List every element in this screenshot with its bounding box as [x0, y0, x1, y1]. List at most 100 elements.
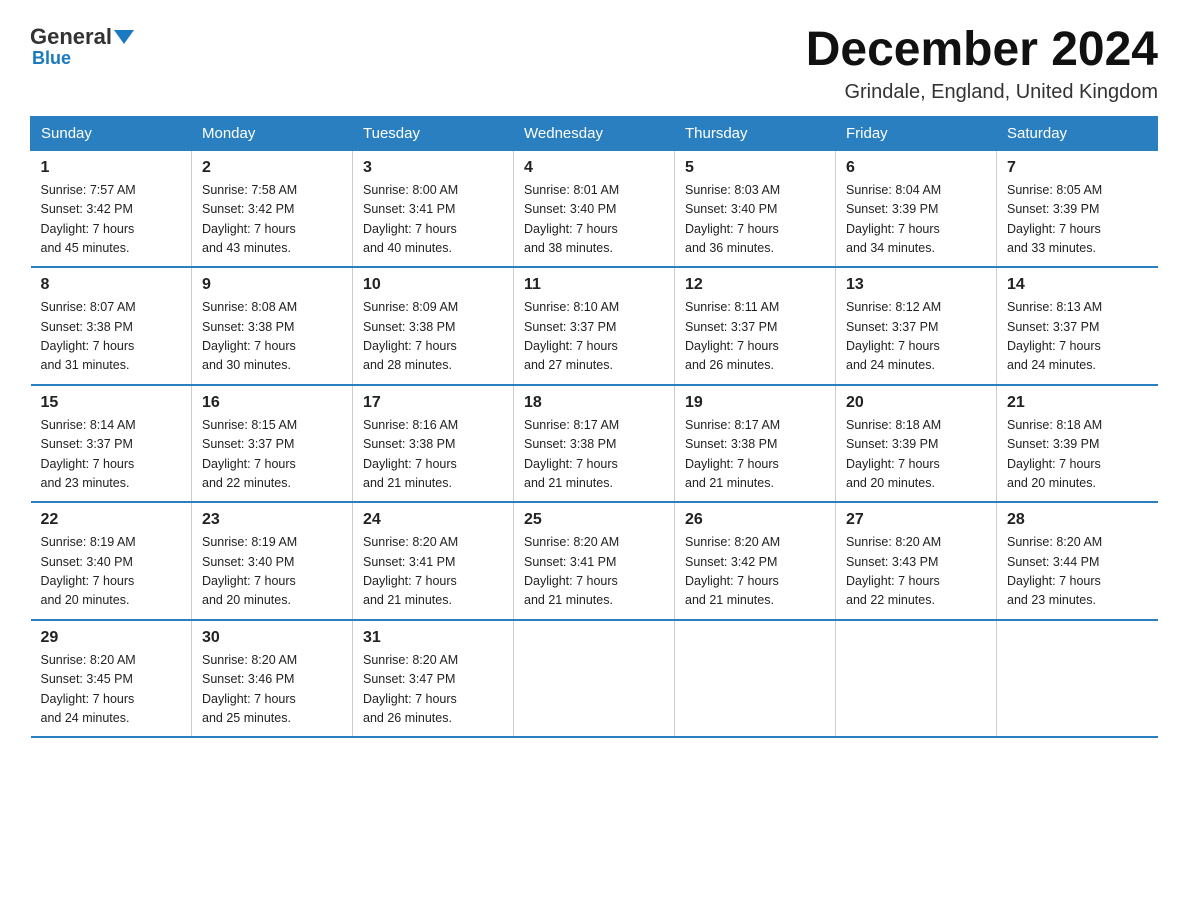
- calendar-cell: 11 Sunrise: 8:10 AMSunset: 3:37 PMDaylig…: [514, 267, 675, 385]
- calendar-cell: 22 Sunrise: 8:19 AMSunset: 3:40 PMDaylig…: [31, 502, 192, 620]
- calendar-cell: 21 Sunrise: 8:18 AMSunset: 3:39 PMDaylig…: [997, 385, 1158, 503]
- calendar-cell: 7 Sunrise: 8:05 AMSunset: 3:39 PMDayligh…: [997, 150, 1158, 267]
- day-number: 7: [1007, 159, 1148, 177]
- header-saturday: Saturday: [997, 116, 1158, 150]
- calendar-header-row: SundayMondayTuesdayWednesdayThursdayFrid…: [31, 116, 1158, 150]
- day-number: 31: [363, 629, 503, 647]
- calendar-week-4: 22 Sunrise: 8:19 AMSunset: 3:40 PMDaylig…: [31, 502, 1158, 620]
- logo-general: General: [30, 24, 112, 50]
- day-number: 9: [202, 276, 342, 294]
- header-wednesday: Wednesday: [514, 116, 675, 150]
- day-number: 26: [685, 511, 825, 529]
- day-number: 19: [685, 394, 825, 412]
- day-info: Sunrise: 8:05 AMSunset: 3:39 PMDaylight:…: [1007, 183, 1102, 255]
- logo-blue: Blue: [32, 48, 71, 69]
- day-number: 13: [846, 276, 986, 294]
- day-number: 14: [1007, 276, 1148, 294]
- day-info: Sunrise: 8:18 AMSunset: 3:39 PMDaylight:…: [1007, 418, 1102, 490]
- day-info: Sunrise: 8:08 AMSunset: 3:38 PMDaylight:…: [202, 300, 297, 372]
- calendar-cell: 20 Sunrise: 8:18 AMSunset: 3:39 PMDaylig…: [836, 385, 997, 503]
- calendar-cell: 16 Sunrise: 8:15 AMSunset: 3:37 PMDaylig…: [192, 385, 353, 503]
- day-info: Sunrise: 8:20 AMSunset: 3:41 PMDaylight:…: [524, 535, 619, 607]
- day-info: Sunrise: 8:12 AMSunset: 3:37 PMDaylight:…: [846, 300, 941, 372]
- day-info: Sunrise: 8:07 AMSunset: 3:38 PMDaylight:…: [41, 300, 136, 372]
- title-block: December 2024 Grindale, England, United …: [806, 24, 1158, 104]
- header-tuesday: Tuesday: [353, 116, 514, 150]
- day-info: Sunrise: 8:10 AMSunset: 3:37 PMDaylight:…: [524, 300, 619, 372]
- day-info: Sunrise: 8:19 AMSunset: 3:40 PMDaylight:…: [202, 535, 297, 607]
- day-info: Sunrise: 8:09 AMSunset: 3:38 PMDaylight:…: [363, 300, 458, 372]
- day-info: Sunrise: 8:20 AMSunset: 3:42 PMDaylight:…: [685, 535, 780, 607]
- calendar-cell: 6 Sunrise: 8:04 AMSunset: 3:39 PMDayligh…: [836, 150, 997, 267]
- day-info: Sunrise: 8:20 AMSunset: 3:47 PMDaylight:…: [363, 653, 458, 725]
- day-number: 11: [524, 276, 664, 294]
- day-info: Sunrise: 8:20 AMSunset: 3:43 PMDaylight:…: [846, 535, 941, 607]
- calendar-cell: 30 Sunrise: 8:20 AMSunset: 3:46 PMDaylig…: [192, 620, 353, 738]
- day-info: Sunrise: 8:20 AMSunset: 3:44 PMDaylight:…: [1007, 535, 1102, 607]
- day-info: Sunrise: 7:58 AMSunset: 3:42 PMDaylight:…: [202, 183, 297, 255]
- calendar-table: SundayMondayTuesdayWednesdayThursdayFrid…: [30, 116, 1158, 739]
- calendar-cell: 17 Sunrise: 8:16 AMSunset: 3:38 PMDaylig…: [353, 385, 514, 503]
- calendar-cell: 25 Sunrise: 8:20 AMSunset: 3:41 PMDaylig…: [514, 502, 675, 620]
- day-number: 6: [846, 159, 986, 177]
- day-number: 21: [1007, 394, 1148, 412]
- day-number: 12: [685, 276, 825, 294]
- location: Grindale, England, United Kingdom: [806, 81, 1158, 104]
- calendar-cell: 19 Sunrise: 8:17 AMSunset: 3:38 PMDaylig…: [675, 385, 836, 503]
- calendar-cell: [675, 620, 836, 738]
- calendar-week-5: 29 Sunrise: 8:20 AMSunset: 3:45 PMDaylig…: [31, 620, 1158, 738]
- calendar-cell: 28 Sunrise: 8:20 AMSunset: 3:44 PMDaylig…: [997, 502, 1158, 620]
- page-header: General Blue December 2024 Grindale, Eng…: [30, 24, 1158, 104]
- day-info: Sunrise: 8:20 AMSunset: 3:46 PMDaylight:…: [202, 653, 297, 725]
- day-info: Sunrise: 8:04 AMSunset: 3:39 PMDaylight:…: [846, 183, 941, 255]
- calendar-cell: 9 Sunrise: 8:08 AMSunset: 3:38 PMDayligh…: [192, 267, 353, 385]
- calendar-cell: 23 Sunrise: 8:19 AMSunset: 3:40 PMDaylig…: [192, 502, 353, 620]
- day-info: Sunrise: 8:00 AMSunset: 3:41 PMDaylight:…: [363, 183, 458, 255]
- day-info: Sunrise: 7:57 AMSunset: 3:42 PMDaylight:…: [41, 183, 136, 255]
- day-info: Sunrise: 8:15 AMSunset: 3:37 PMDaylight:…: [202, 418, 297, 490]
- day-number: 8: [41, 276, 182, 294]
- calendar-cell: 14 Sunrise: 8:13 AMSunset: 3:37 PMDaylig…: [997, 267, 1158, 385]
- calendar-cell: 18 Sunrise: 8:17 AMSunset: 3:38 PMDaylig…: [514, 385, 675, 503]
- day-number: 1: [41, 159, 182, 177]
- day-info: Sunrise: 8:11 AMSunset: 3:37 PMDaylight:…: [685, 300, 779, 372]
- day-info: Sunrise: 8:13 AMSunset: 3:37 PMDaylight:…: [1007, 300, 1102, 372]
- calendar-cell: 31 Sunrise: 8:20 AMSunset: 3:47 PMDaylig…: [353, 620, 514, 738]
- day-info: Sunrise: 8:20 AMSunset: 3:45 PMDaylight:…: [41, 653, 136, 725]
- day-number: 3: [363, 159, 503, 177]
- day-number: 20: [846, 394, 986, 412]
- calendar-cell: 27 Sunrise: 8:20 AMSunset: 3:43 PMDaylig…: [836, 502, 997, 620]
- calendar-cell: [836, 620, 997, 738]
- day-number: 29: [41, 629, 182, 647]
- calendar-cell: 15 Sunrise: 8:14 AMSunset: 3:37 PMDaylig…: [31, 385, 192, 503]
- day-info: Sunrise: 8:16 AMSunset: 3:38 PMDaylight:…: [363, 418, 458, 490]
- calendar-cell: [997, 620, 1158, 738]
- logo: General Blue: [30, 24, 136, 69]
- day-info: Sunrise: 8:17 AMSunset: 3:38 PMDaylight:…: [524, 418, 619, 490]
- day-number: 18: [524, 394, 664, 412]
- day-number: 23: [202, 511, 342, 529]
- calendar-cell: 26 Sunrise: 8:20 AMSunset: 3:42 PMDaylig…: [675, 502, 836, 620]
- day-number: 2: [202, 159, 342, 177]
- day-number: 10: [363, 276, 503, 294]
- calendar-cell: 4 Sunrise: 8:01 AMSunset: 3:40 PMDayligh…: [514, 150, 675, 267]
- day-info: Sunrise: 8:19 AMSunset: 3:40 PMDaylight:…: [41, 535, 136, 607]
- calendar-cell: 12 Sunrise: 8:11 AMSunset: 3:37 PMDaylig…: [675, 267, 836, 385]
- calendar-cell: 10 Sunrise: 8:09 AMSunset: 3:38 PMDaylig…: [353, 267, 514, 385]
- day-info: Sunrise: 8:18 AMSunset: 3:39 PMDaylight:…: [846, 418, 941, 490]
- calendar-cell: 1 Sunrise: 7:57 AMSunset: 3:42 PMDayligh…: [31, 150, 192, 267]
- day-info: Sunrise: 8:17 AMSunset: 3:38 PMDaylight:…: [685, 418, 780, 490]
- header-monday: Monday: [192, 116, 353, 150]
- day-number: 5: [685, 159, 825, 177]
- calendar-cell: 24 Sunrise: 8:20 AMSunset: 3:41 PMDaylig…: [353, 502, 514, 620]
- day-number: 17: [363, 394, 503, 412]
- calendar-cell: 5 Sunrise: 8:03 AMSunset: 3:40 PMDayligh…: [675, 150, 836, 267]
- day-info: Sunrise: 8:14 AMSunset: 3:37 PMDaylight:…: [41, 418, 136, 490]
- calendar-week-1: 1 Sunrise: 7:57 AMSunset: 3:42 PMDayligh…: [31, 150, 1158, 267]
- calendar-cell: 29 Sunrise: 8:20 AMSunset: 3:45 PMDaylig…: [31, 620, 192, 738]
- calendar-cell: 2 Sunrise: 7:58 AMSunset: 3:42 PMDayligh…: [192, 150, 353, 267]
- calendar-cell: [514, 620, 675, 738]
- day-number: 25: [524, 511, 664, 529]
- logo-triangle-icon: [114, 30, 134, 44]
- day-info: Sunrise: 8:03 AMSunset: 3:40 PMDaylight:…: [685, 183, 780, 255]
